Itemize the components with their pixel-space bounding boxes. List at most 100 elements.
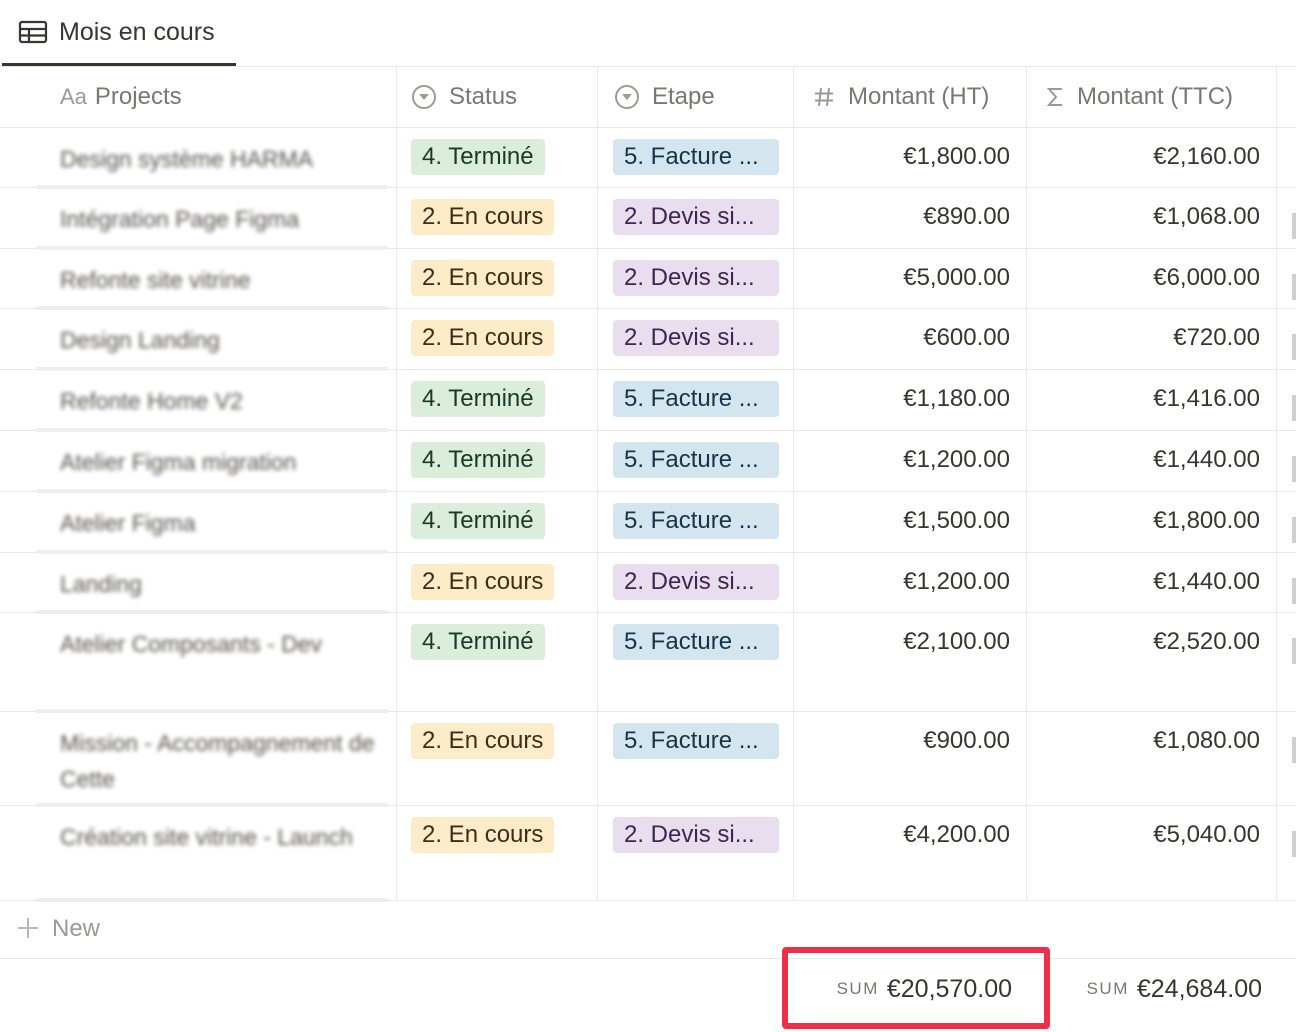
project-cell[interactable]: Landing [0,552,397,614]
new-row-button[interactable]: New [0,900,1296,959]
etape-cell[interactable]: 5. Facture ... [598,369,794,430]
etape-cell[interactable]: 2. Devis si... [598,552,794,612]
montant-ttc-cell[interactable]: €720.00 [1027,308,1277,369]
status-cell[interactable]: 2. En cours [397,248,598,308]
project-name[interactable]: Landing [60,566,386,602]
etape-cell[interactable]: 5. Facture ... [598,430,794,491]
project-cell[interactable]: Atelier Figma [0,491,397,554]
project-name[interactable]: Design système HARMA [60,141,386,177]
montant-ttc-cell[interactable]: €1,068.00 [1027,187,1277,248]
etape-cell[interactable]: 5. Facture ... [598,612,794,711]
montant-ht-cell[interactable]: €900.00 [794,711,1027,805]
project-name[interactable]: Atelier Composants - Dev [60,626,386,662]
amount-ht: €4,200.00 [903,821,1010,848]
table-row[interactable]: Landing 2. En cours 2. Devis si... €1,200.0… [0,552,1296,614]
etape-cell[interactable]: 2. Devis si... [598,187,794,248]
status-cell[interactable]: 2. En cours [397,187,598,248]
montant-ht-cell[interactable]: €1,200.00 [794,430,1027,491]
amount-ht: €1,200.00 [903,446,1010,473]
montant-ht-cell[interactable]: €1,200.00 [794,552,1027,612]
status-tag: 4. Terminé [411,624,545,660]
montant-ttc-cell[interactable]: €1,080.00 [1027,711,1277,805]
project-cell[interactable]: Atelier Composants - Dev [0,612,397,713]
column-header-montant-ht[interactable]: Montant (HT) [794,67,1027,127]
tab-mois-en-cours[interactable]: Mois en cours [2,0,236,66]
montant-ht-cell[interactable]: €1,500.00 [794,491,1027,552]
project-cell[interactable]: Création site vitrine - Launch [0,805,397,902]
montant-ht-cell[interactable]: €2,100.00 [794,612,1027,711]
etape-cell[interactable]: 5. Facture ... [598,127,794,187]
sum-label: SUM [1086,979,1129,998]
status-cell[interactable]: 4. Terminé [397,430,598,491]
etape-cell[interactable]: 2. Devis si... [598,248,794,308]
table-row[interactable]: Atelier Composants - Dev 4. Terminé 5. Fac… [0,612,1296,713]
montant-ht-cell[interactable]: €5,000.00 [794,248,1027,308]
column-header-projects[interactable]: Aa Projects [0,67,397,127]
status-cell[interactable]: 2. En cours [397,711,598,805]
status-cell[interactable]: 4. Terminé [397,127,598,187]
project-cell[interactable]: Intégration Page Figma [0,187,397,250]
project-cell[interactable]: Atelier Figma migration [0,430,397,493]
montant-ttc-cell[interactable]: €2,160.00 [1027,127,1277,187]
project-name[interactable]: Atelier Figma [60,505,386,541]
montant-ttc-cell[interactable]: €5,040.00 [1027,805,1277,900]
table-row[interactable]: Design Landing 2. En cours 2. Devis si... €… [0,308,1296,371]
table-row[interactable]: Atelier Figma 4. Terminé 5. Facture ... €1,… [0,491,1296,554]
status-cell[interactable]: 2. En cours [397,308,598,369]
view-tabbar: Mois en cours [0,0,1296,67]
table-row[interactable]: Refonte Home V2 4. Terminé 5. Facture ... €… [0,369,1296,432]
column-header-etape[interactable]: Etape [598,67,794,127]
etape-tag: 5. Facture ... [613,139,779,175]
montant-ttc-cell[interactable]: €1,800.00 [1027,491,1277,552]
amount-ttc: €1,800.00 [1153,507,1260,534]
project-name[interactable]: Refonte site vitrine [60,262,386,298]
project-name[interactable]: Refonte Home V2 [60,383,386,419]
montant-ttc-cell[interactable]: €6,000.00 [1027,248,1277,308]
table-row[interactable]: Atelier Figma migration 4. Terminé 5. Fact… [0,430,1296,493]
table-icon [18,20,48,44]
status-cell[interactable]: 4. Terminé [397,612,598,711]
project-cell[interactable]: Refonte Home V2 [0,369,397,432]
truncated-column-edge [1292,274,1296,300]
project-name[interactable]: Design Landing [60,322,386,358]
montant-ht-cell[interactable]: €890.00 [794,187,1027,248]
montant-ttc-cell[interactable]: €1,440.00 [1027,552,1277,612]
number-property-icon [812,85,836,109]
status-cell[interactable]: 4. Terminé [397,491,598,552]
project-name[interactable]: Mission - Accompagnement de Cette [60,725,386,797]
montant-ttc-cell[interactable]: €1,416.00 [1027,369,1277,430]
amount-ttc: €2,160.00 [1153,143,1260,170]
status-cell[interactable]: 4. Terminé [397,369,598,430]
table-row[interactable]: Intégration Page Figma 2. En cours 2. Devi… [0,187,1296,250]
column-header-status[interactable]: Status [397,67,598,127]
montant-ht-cell[interactable]: €1,180.00 [794,369,1027,430]
status-cell[interactable]: 2. En cours [397,805,598,900]
montant-ht-cell[interactable]: €600.00 [794,308,1027,369]
project-cell[interactable]: Design Landing [0,308,397,371]
montant-ttc-cell[interactable]: €1,440.00 [1027,430,1277,491]
column-header-montant-ttc[interactable]: Montant (TTC) [1027,67,1277,127]
table-row[interactable]: Design système HARMA 4. Terminé 5. Facture… [0,127,1296,189]
project-cell[interactable]: Refonte site vitrine [0,248,397,310]
etape-cell[interactable]: 2. Devis si... [598,805,794,900]
montant-ttc-cell[interactable]: €2,520.00 [1027,612,1277,711]
etape-tag: 2. Devis si... [613,564,779,600]
project-cell[interactable]: Mission - Accompagnement de Cette [0,711,397,807]
table-row[interactable]: Création site vitrine - Launch 2. En cour… [0,805,1296,902]
project-cell[interactable]: Design système HARMA [0,127,397,189]
project-name[interactable]: Création site vitrine - Launch [60,819,386,855]
column-label: Projects [94,83,182,110]
project-name[interactable]: Atelier Figma migration [60,444,386,480]
project-name[interactable]: Intégration Page Figma [60,201,386,237]
sum-montant-ttc[interactable]: SUM €24,684.00 [1087,969,1262,1009]
status-cell[interactable]: 2. En cours [397,552,598,612]
table-row[interactable]: Refonte site vitrine 2. En cours 2. Devis … [0,248,1296,310]
montant-ht-cell[interactable]: €4,200.00 [794,805,1027,900]
etape-cell[interactable]: 5. Facture ... [598,491,794,552]
table-row[interactable]: Mission - Accompagnement de Cette 2. En c… [0,711,1296,807]
montant-ht-cell[interactable]: €1,800.00 [794,127,1027,187]
amount-ht: €1,800.00 [903,143,1010,170]
calculation-row: SUM €20,570.00 SUM €24,684.00 [0,959,1296,1032]
etape-cell[interactable]: 2. Devis si... [598,308,794,369]
etape-cell[interactable]: 5. Facture ... [598,711,794,805]
